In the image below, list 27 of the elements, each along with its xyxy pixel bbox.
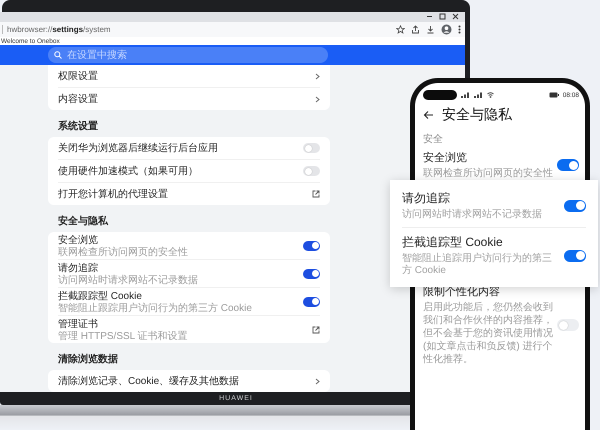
setting-label[interactable]: 使用硬件加速模式（如果可用） bbox=[58, 164, 297, 178]
setting-description: 启用此功能后，您仍然会收到我们和合作伙伴的内容推荐，但不会基于您的资讯使用情况 (如文章点击和负反馈) 进行个性化推荐。 bbox=[423, 301, 554, 366]
setting-label[interactable]: 安全浏览 bbox=[58, 233, 297, 247]
setting-label[interactable]: 拦截跟踪型 Cookie bbox=[58, 289, 297, 303]
setting-label[interactable]: 打开您计算机的代理设置 bbox=[58, 187, 306, 201]
setting-label[interactable]: 请勿追踪 bbox=[58, 261, 297, 275]
setting-description: 智能阻止追踪用户访问行为的第三方 Cookie bbox=[402, 253, 553, 277]
setting-label[interactable]: 权限设置 bbox=[58, 69, 309, 83]
setting-description: 联网检查所访问网页的安全性 bbox=[423, 167, 554, 180]
setting-label[interactable]: 内容设置 bbox=[58, 92, 309, 106]
setting-description: 管理 HTTPS/SSL 证书和设置 bbox=[58, 331, 189, 342]
section-heading: 安全与隐私 bbox=[57, 214, 110, 229]
screen-title: 安全与隐私 bbox=[442, 106, 512, 124]
setting-label[interactable]: 关闭华为浏览器后继续运行后台应用 bbox=[58, 141, 297, 155]
section-heading: 清除浏览数据 bbox=[57, 352, 119, 367]
setting-description: 访问网站时请求网站不记录数据 bbox=[58, 275, 199, 286]
setting-label[interactable]: 管理证书 bbox=[58, 317, 306, 331]
section-heading: 系统设置 bbox=[57, 120, 99, 134]
setting-label[interactable]: 安全浏览 bbox=[423, 150, 555, 165]
setting-label[interactable]: 请勿追踪 bbox=[402, 190, 556, 207]
section-label: 安全 bbox=[423, 134, 443, 145]
search-field[interactable]: 在设置中搜索 bbox=[48, 47, 328, 64]
setting-description: 智能阻止跟踪用户访问行为的第三方 Cookie bbox=[58, 303, 253, 314]
setting-description: 访问网站时请求网站不记录数据 bbox=[402, 209, 543, 221]
setting-label[interactable]: 拦截追踪型 Cookie bbox=[402, 234, 556, 251]
setting-label[interactable]: 清除浏览记录、Cookie、缓存及其他数据 bbox=[58, 374, 309, 388]
setting-description: 联网检查所访问网页的安全性 bbox=[58, 247, 189, 258]
